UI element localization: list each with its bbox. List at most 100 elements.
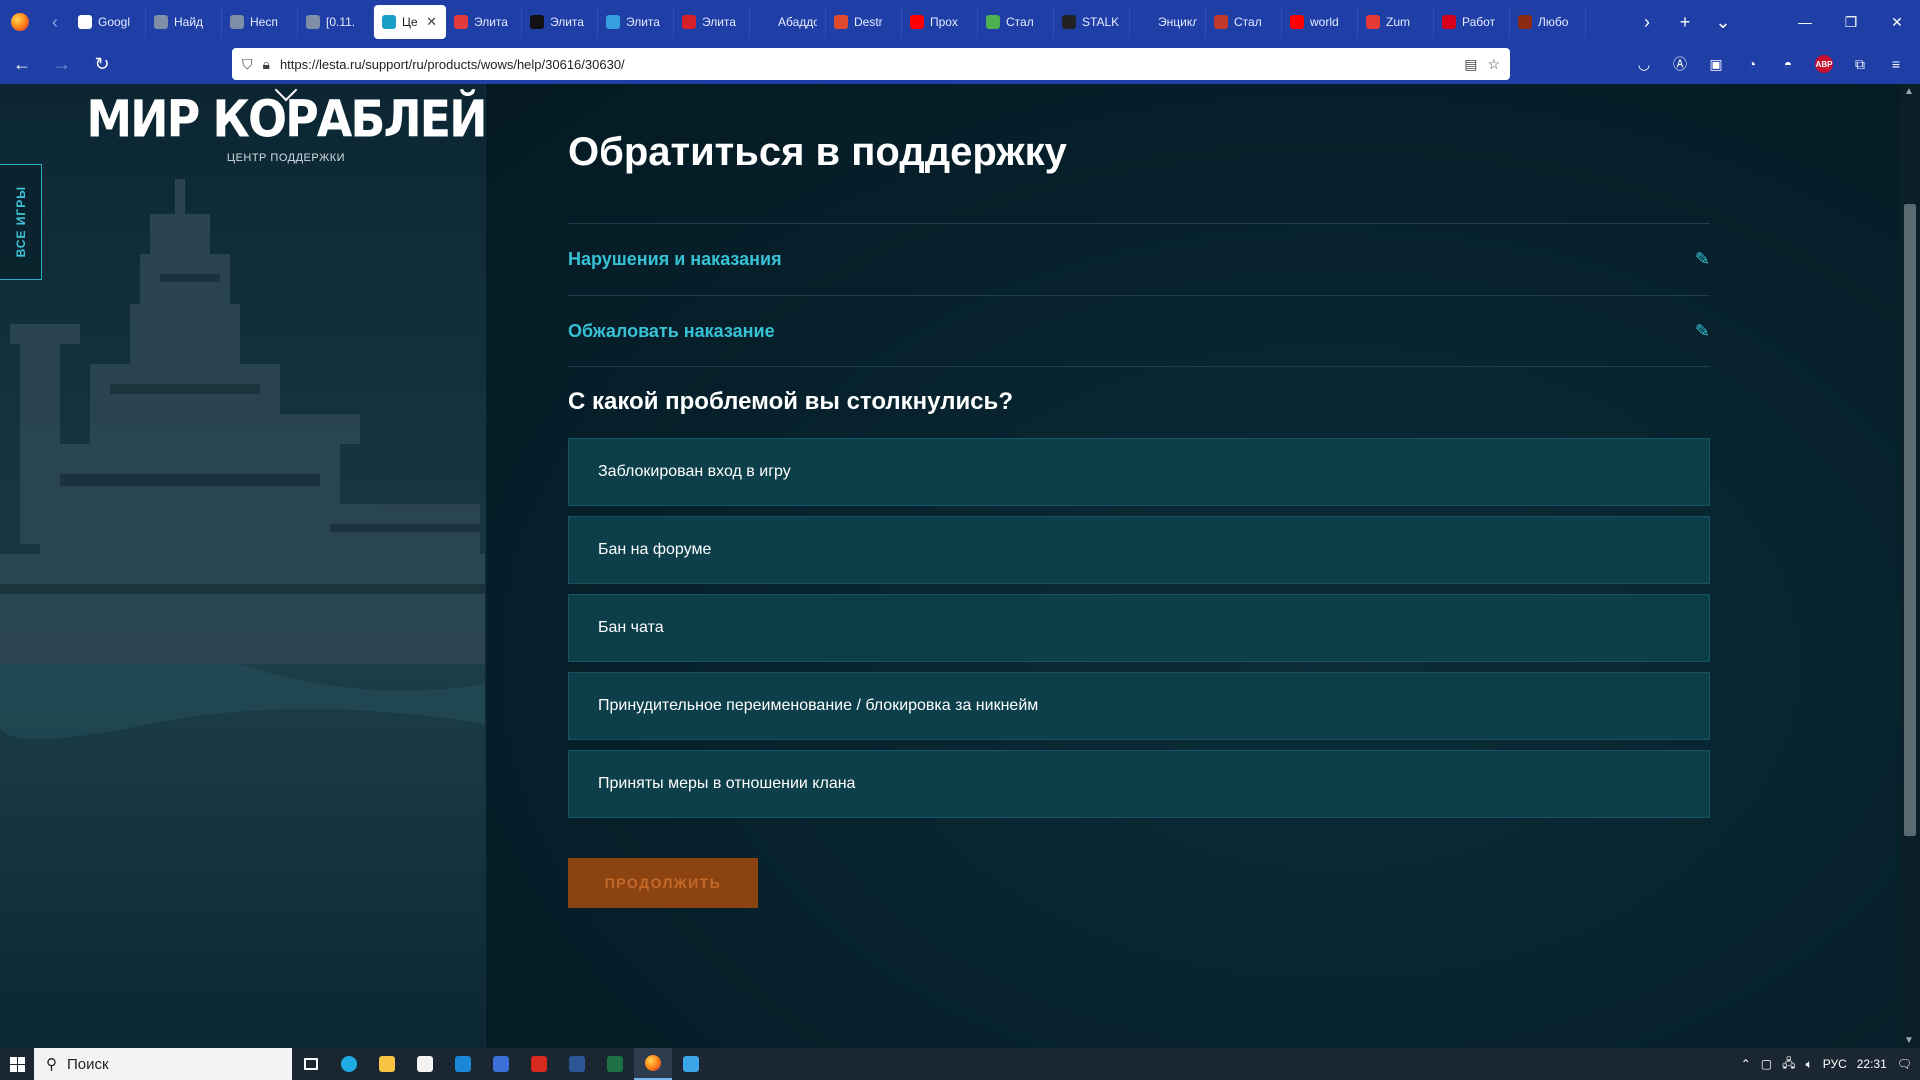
system-tray: ⌃ ▢ 🖧︎ 🔈︎ РУС 22:31 🗨︎ [1741, 1054, 1920, 1075]
tab-title: Googl [98, 15, 131, 29]
edge-icon[interactable] [330, 1048, 368, 1080]
excel-icon[interactable] [596, 1048, 634, 1080]
tabs-scroll-right-icon[interactable]: › [1628, 0, 1666, 44]
address-bar[interactable]: ⛉ 🔒︎ https://lesta.ru/support/ru/product… [232, 48, 1510, 80]
tabs-scroll-left-icon[interactable]: ‹ [40, 0, 70, 44]
game-logo[interactable]: МИР КОРАБЛЕЙ ЦЕНТР ПОДДЕРЖКИ [0, 84, 486, 164]
notifications-icon[interactable]: 🗨︎ [1897, 1057, 1912, 1071]
acrobat-icon[interactable] [520, 1048, 558, 1080]
tray-app-icon[interactable]: ▢ [1761, 1057, 1772, 1071]
page-scrollbar[interactable]: ▲ ▼ [1900, 84, 1920, 1048]
volume-icon[interactable]: 🔈︎ [1806, 1057, 1813, 1072]
tab-title: Це [402, 15, 418, 29]
browser-tab[interactable]: Элита [522, 5, 598, 39]
save-app-icon[interactable] [482, 1048, 520, 1080]
extensions-puzzle-icon[interactable]: ⧉ [1844, 48, 1876, 80]
file-explorer-icon[interactable] [368, 1048, 406, 1080]
adblock-icon[interactable]: ABP [1808, 48, 1840, 80]
edit-pencil-icon[interactable]: ✎ [1695, 249, 1710, 270]
tab-favicon-icon [834, 15, 848, 29]
option-chat-ban[interactable]: Бан чата [568, 594, 1710, 662]
step-violations[interactable]: Нарушения и наказания ✎ [568, 223, 1710, 295]
browser-tab[interactable]: Энцикло [1130, 5, 1206, 39]
browser-tab[interactable]: Стал [1206, 5, 1282, 39]
step-label[interactable]: Обжаловать наказание [568, 321, 775, 342]
language-indicator[interactable]: РУС [1823, 1057, 1847, 1071]
pocket-icon[interactable]: ◡ [1628, 48, 1660, 80]
browser-tab[interactable]: Googl [70, 5, 146, 39]
browser-tab[interactable]: Zum [1358, 5, 1434, 39]
taskbar-search[interactable]: ⚲ Поиск [34, 1048, 292, 1080]
browser-tab[interactable]: Элита [598, 5, 674, 39]
reader-view-icon[interactable]: ▤ [1464, 56, 1477, 73]
extension-badge-icon[interactable]: ▣ [1700, 48, 1732, 80]
windows-start-icon[interactable] [0, 1048, 34, 1080]
search-placeholder: Поиск [67, 1055, 109, 1073]
tab-favicon-icon [78, 15, 92, 29]
browser-tab[interactable]: Элита [446, 5, 522, 39]
browser-tab[interactable]: Работ [1434, 5, 1510, 39]
clock[interactable]: 22:31 [1857, 1057, 1887, 1071]
browser-tab[interactable]: Прох [902, 5, 978, 39]
back-icon[interactable]: ← [4, 48, 40, 80]
game-launcher-icon[interactable] [672, 1048, 710, 1080]
account-icon[interactable]: Ⓐ [1664, 48, 1696, 80]
tab-favicon-icon [606, 15, 620, 29]
vpn-icon[interactable]: ◓ [1772, 48, 1804, 80]
reload-icon[interactable]: ↻ [84, 48, 120, 80]
minimize-icon[interactable]: — [1782, 0, 1828, 44]
scroll-down-icon[interactable]: ▼ [1904, 1035, 1914, 1046]
store-icon[interactable] [406, 1048, 444, 1080]
browser-tab[interactable]: world [1282, 5, 1358, 39]
browser-tab[interactable]: Абаддон, [750, 5, 826, 39]
browser-tab[interactable]: Стал [978, 5, 1054, 39]
hamburger-menu-icon[interactable]: ≡ [1880, 48, 1912, 80]
browser-tab[interactable]: Несп [222, 5, 298, 39]
step-label[interactable]: Нарушения и наказания [568, 249, 782, 270]
word-icon[interactable] [558, 1048, 596, 1080]
shield-icon[interactable]: ⛉ [242, 56, 253, 73]
close-window-icon[interactable]: ✕ [1874, 0, 1920, 44]
tray-chevron-icon[interactable]: ⌃ [1741, 1057, 1751, 1071]
continue-button[interactable]: ПРОДОЛЖИТЬ [568, 858, 758, 908]
step-appeal[interactable]: Обжаловать наказание ✎ [568, 295, 1710, 367]
url-text[interactable]: https://lesta.ru/support/ru/products/wow… [280, 57, 1454, 72]
forward-icon[interactable]: → [44, 48, 80, 80]
bookmark-star-icon[interactable]: ☆ [1487, 56, 1500, 73]
scroll-up-icon[interactable]: ▲ [1904, 86, 1914, 97]
option-clan-measures[interactable]: Приняты меры в отношении клана [568, 750, 1710, 818]
browser-nav-bar: ← → ↻ ⛉ 🔒︎ https://lesta.ru/support/ru/p… [0, 44, 1920, 84]
problem-options-list: Заблокирован вход в игру Бан на форуме Б… [568, 438, 1710, 828]
tab-title: Стал [1234, 15, 1262, 29]
extension-icon[interactable]: ◔ [1736, 48, 1768, 80]
restore-icon[interactable]: ❐ [1828, 0, 1874, 44]
tab-title: Найд [174, 15, 204, 29]
close-tab-icon[interactable]: ✕ [426, 14, 437, 30]
browser-tab[interactable]: Любо [1510, 5, 1586, 39]
new-tab-icon[interactable]: + [1666, 0, 1704, 44]
option-forced-rename[interactable]: Принудительное переименование / блокиров… [568, 672, 1710, 740]
tab-title: Элита [626, 15, 660, 29]
list-all-tabs-icon[interactable]: ⌄ [1704, 0, 1742, 44]
search-icon: ⚲ [46, 1056, 57, 1073]
scrollbar-thumb[interactable] [1904, 204, 1916, 836]
browser-tab[interactable]: Це ✕ [374, 5, 446, 39]
option-login-blocked[interactable]: Заблокирован вход в игру [568, 438, 1710, 506]
lock-icon[interactable]: 🔒︎ [263, 56, 270, 73]
option-forum-ban[interactable]: Бан на форуме [568, 516, 1710, 584]
edit-pencil-icon[interactable]: ✎ [1695, 321, 1710, 342]
browser-tab[interactable]: Destr [826, 5, 902, 39]
all-games-button[interactable]: ВСЕ ИГРЫ [0, 164, 42, 280]
mail-icon[interactable] [444, 1048, 482, 1080]
network-icon[interactable]: 🖧︎ [1782, 1054, 1795, 1075]
browser-tab[interactable]: Найд [146, 5, 222, 39]
firefox-taskbar-icon[interactable] [634, 1048, 672, 1080]
tab-favicon-icon [986, 15, 1000, 29]
logo-text: МИР КОРАБЛЕЙ [86, 89, 486, 149]
browser-tab[interactable]: Элита [674, 5, 750, 39]
browser-tab-strip: ‹ Googl Найд Несп [0.11. Це ✕ Элита Элита Элита Э… [0, 0, 1920, 44]
firefox-menu-icon[interactable] [0, 0, 40, 44]
browser-tab[interactable]: STALK [1054, 5, 1130, 39]
browser-tab[interactable]: [0.11. [298, 5, 374, 39]
task-view-icon[interactable] [292, 1048, 330, 1080]
